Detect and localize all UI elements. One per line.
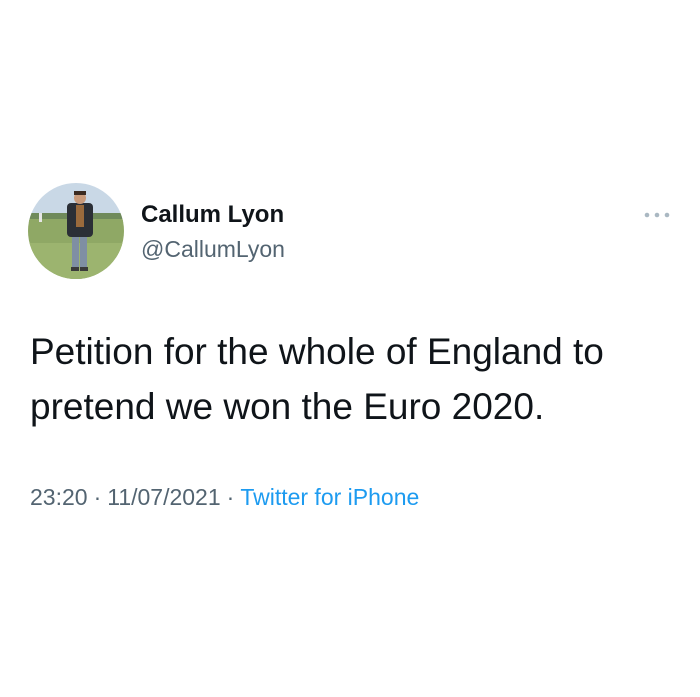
tweet-meta: 23:20 · 11/07/2021 · Twitter for iPhone [30, 481, 419, 513]
author-display-name[interactable]: Callum Lyon [141, 200, 284, 230]
tweet-text: Petition for the whole of England to pret… [30, 324, 670, 434]
more-options-button[interactable] [640, 205, 674, 225]
meta-separator: · [226, 484, 235, 510]
author-handle[interactable]: @CallumLyon [141, 234, 285, 264]
tweet-date[interactable]: 11/07/2021 [107, 484, 220, 510]
tweet-card: Callum Lyon @CallumLyon Petition for the… [0, 0, 700, 697]
meta-separator: · [93, 484, 102, 510]
tweet-text-line: pretend we won the Euro 2020. [30, 386, 545, 427]
more-horizontal-icon [644, 212, 670, 218]
avatar-photo [28, 183, 124, 279]
avatar[interactable] [28, 183, 124, 279]
tweet-text-line: Petition for the whole of England to [30, 331, 604, 372]
tweet-source-link[interactable]: Twitter for iPhone [240, 484, 419, 510]
tweet-time[interactable]: 23:20 [30, 484, 88, 510]
